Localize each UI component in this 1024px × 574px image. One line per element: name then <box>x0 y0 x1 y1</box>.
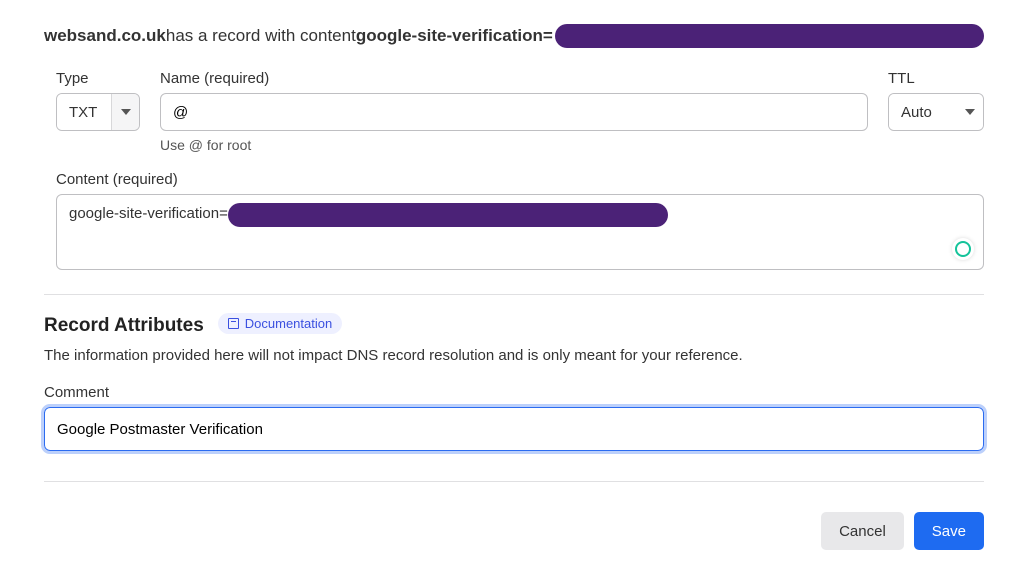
content-value-prefix: google-site-verification= <box>69 205 228 222</box>
field-ttl: TTL Auto <box>888 70 984 153</box>
comment-input[interactable] <box>44 407 984 451</box>
heading-line: websand.co.uk has a record with content … <box>44 24 984 48</box>
field-name: Name (required) Use @ for root <box>160 70 868 153</box>
content-label: Content (required) <box>56 171 984 188</box>
chevron-down-icon <box>957 94 983 130</box>
type-label: Type <box>56 70 140 87</box>
attributes-title: Record Attributes <box>44 315 204 337</box>
chevron-down-icon <box>111 94 139 130</box>
cancel-button[interactable]: Cancel <box>821 512 904 550</box>
save-button[interactable]: Save <box>914 512 984 550</box>
book-icon <box>228 318 239 329</box>
grammarly-icon[interactable] <box>952 238 974 260</box>
heading-domain: websand.co.uk <box>44 26 166 46</box>
documentation-link[interactable]: Documentation <box>218 313 342 334</box>
content-redacted <box>228 203 668 227</box>
field-row-top: Type TXT Name (required) Use @ for root … <box>44 70 984 153</box>
footer-actions: Cancel Save <box>44 481 984 550</box>
heading-content-prefix: google-site-verification= <box>356 26 553 46</box>
dns-record-form: websand.co.uk has a record with content … <box>0 0 1024 574</box>
heading-mid: has a record with content <box>166 26 356 46</box>
heading-redacted <box>555 24 984 48</box>
ttl-select[interactable]: Auto <box>888 93 984 131</box>
record-attributes-section: Record Attributes Documentation The info… <box>44 315 984 451</box>
divider <box>44 294 984 295</box>
name-help: Use @ for root <box>160 137 868 153</box>
type-value: TXT <box>57 94 111 130</box>
attributes-description: The information provided here will not i… <box>44 347 984 364</box>
type-select[interactable]: TXT <box>56 93 140 131</box>
name-input[interactable] <box>160 93 868 131</box>
field-comment: Comment <box>44 384 984 451</box>
ttl-value: Auto <box>889 94 957 130</box>
comment-label: Comment <box>44 384 984 401</box>
documentation-label: Documentation <box>245 316 332 331</box>
name-label: Name (required) <box>160 70 868 87</box>
field-content: Content (required) google-site-verificat… <box>44 171 984 270</box>
field-type: Type TXT <box>56 70 140 153</box>
ttl-label: TTL <box>888 70 984 87</box>
content-input[interactable]: google-site-verification= <box>56 194 984 270</box>
